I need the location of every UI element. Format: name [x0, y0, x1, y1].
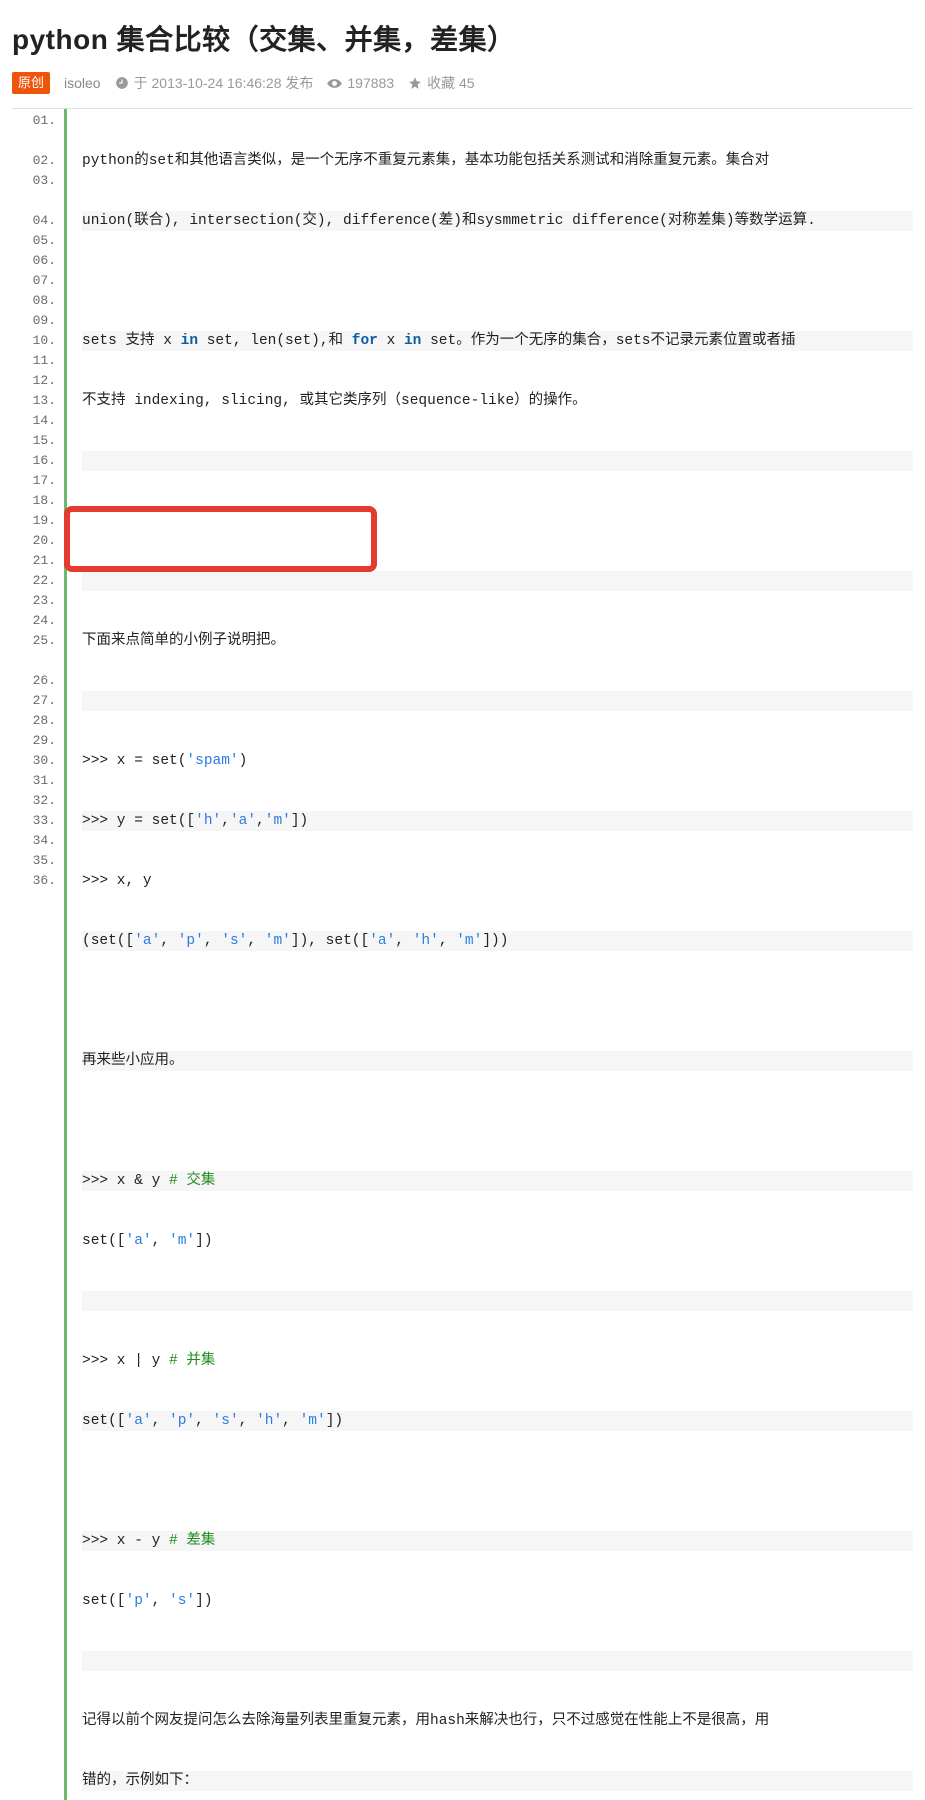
code-line: set(['a', 'p', 's', 'h', 'm']) [82, 1411, 913, 1431]
line-number: 17. [12, 471, 56, 491]
code-line: 下面来点简单的小例子说明把。 [82, 631, 913, 651]
line-number: 10. [12, 331, 56, 351]
code-lines: python的set和其他语言类似，是一个无序不重复元素集，基本功能包括关系测试… [12, 109, 913, 1800]
line-number: 28. [12, 711, 56, 731]
line-number: 36. [12, 871, 56, 891]
code-line: >>> x, y [82, 871, 913, 891]
code-line [82, 1291, 913, 1311]
line-number: 13. [12, 391, 56, 411]
code-line: set(['a', 'm']) [82, 1231, 913, 1251]
line-number: 05. [12, 231, 56, 251]
line-number: 12. [12, 371, 56, 391]
line-number: 14. [12, 411, 56, 431]
line-number: 16. [12, 451, 56, 471]
code-line: 不支持 indexing, slicing, 或其它类序列（sequence-l… [82, 391, 913, 411]
star-icon [408, 76, 422, 90]
line-number: 34. [12, 831, 56, 851]
line-number: 30. [12, 751, 56, 771]
line-number: 01. [12, 111, 56, 131]
line-number: 07. [12, 271, 56, 291]
code-block: 01. 02.03. 04.05.06.07.08.09.10.11.12.13… [12, 108, 913, 1800]
author-link[interactable]: isoleo [64, 75, 101, 91]
code-line [82, 1651, 913, 1671]
original-badge: 原创 [12, 72, 50, 94]
line-number: 20. [12, 531, 56, 551]
code-line: 再来些小应用。 [82, 1051, 913, 1071]
code-line [82, 1111, 913, 1131]
code-line: union(联合), intersection(交), difference(差… [82, 211, 913, 231]
code-line: >>> x - y # 差集 [82, 1531, 913, 1551]
code-line [82, 511, 913, 531]
favorite-count[interactable]: 收藏 45 [408, 73, 474, 93]
code-line [82, 451, 913, 471]
code-line: >>> x & y # 交集 [82, 1171, 913, 1191]
code-line: >>> y = set(['h','a','m']) [82, 811, 913, 831]
code-line [82, 571, 913, 591]
line-number: 33. [12, 811, 56, 831]
line-number: 31. [12, 771, 56, 791]
favorite-text: 收藏 45 [427, 73, 474, 93]
line-number: 26. [12, 671, 56, 691]
line-number: 22. [12, 571, 56, 591]
line-number: 21. [12, 551, 56, 571]
code-line: python的set和其他语言类似，是一个无序不重复元素集，基本功能包括关系测试… [82, 151, 913, 171]
line-number: 11. [12, 351, 56, 371]
code-line: >>> x = set('spam') [82, 751, 913, 771]
line-number: 02. [12, 151, 56, 171]
line-number-gutter: 01. 02.03. 04.05.06.07.08.09.10.11.12.13… [12, 109, 67, 1800]
code-line: set(['p', 's']) [82, 1591, 913, 1611]
code-line: sets 支持 x in set, len(set),和 for x in se… [82, 331, 913, 351]
line-number: 19. [12, 511, 56, 531]
publish-time-text: 于 2013-10-24 16:46:28 发布 [134, 73, 314, 93]
publish-time: 于 2013-10-24 16:46:28 发布 [115, 73, 314, 93]
line-number: 03. [12, 171, 56, 191]
line-number: 29. [12, 731, 56, 751]
clock-icon [115, 76, 129, 90]
eye-icon [327, 76, 342, 91]
line-number: 27. [12, 691, 56, 711]
line-number: 08. [12, 291, 56, 311]
code-line [82, 991, 913, 1011]
page-title: python 集合比较（交集、并集，差集） [12, 18, 913, 58]
meta-row: 原创 isoleo 于 2013-10-24 16:46:28 发布 19788… [12, 72, 913, 94]
code-line [82, 271, 913, 291]
code-line: 记得以前个网友提问怎么去除海量列表里重复元素，用hash来解决也行，只不过感觉在… [82, 1711, 913, 1731]
line-number: 24. [12, 611, 56, 631]
line-number: 35. [12, 851, 56, 871]
code-line: (set(['a', 'p', 's', 'm']), set(['a', 'h… [82, 931, 913, 951]
line-number: 25. [12, 631, 56, 651]
view-count-text: 197883 [347, 75, 394, 91]
code-line [82, 691, 913, 711]
code-line [82, 1471, 913, 1491]
code-line: >>> x | y # 并集 [82, 1351, 913, 1371]
line-number: 23. [12, 591, 56, 611]
line-number: 15. [12, 431, 56, 451]
code-line: 错的，示例如下： [82, 1771, 913, 1791]
line-number: 18. [12, 491, 56, 511]
line-number: 09. [12, 311, 56, 331]
line-number: 32. [12, 791, 56, 811]
line-number: 04. [12, 211, 56, 231]
line-number: 06. [12, 251, 56, 271]
view-count: 197883 [327, 75, 394, 91]
